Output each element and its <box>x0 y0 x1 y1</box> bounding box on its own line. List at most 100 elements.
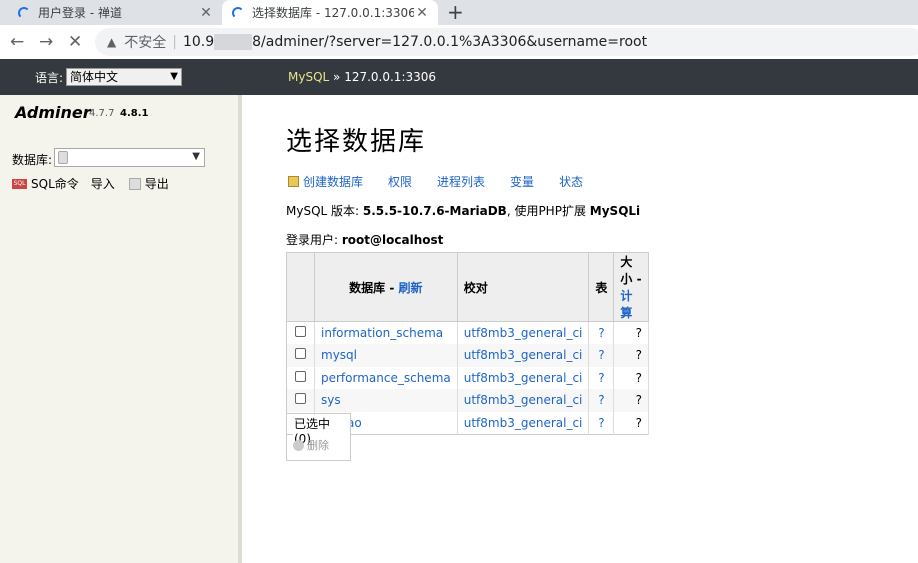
browser-tab-bar: 用户登录 - 禅道 ✕ 选择数据库 - 127.0.0.1:3306 - A ✕… <box>0 0 918 25</box>
tables-link[interactable]: ? <box>598 348 604 362</box>
language-select[interactable]: 简体中文 ▼ <box>66 68 182 86</box>
size-cell: ? <box>613 344 649 367</box>
new-tab-icon[interactable]: + <box>447 0 464 25</box>
breadcrumb: MySQL » 127.0.0.1:3306 <box>288 70 436 84</box>
collation-link[interactable]: utf8mb3_general_ci <box>464 416 583 430</box>
tables-link[interactable]: ? <box>598 326 604 340</box>
loading-icon <box>232 6 244 19</box>
sql-command-link[interactable]: SQL命令 <box>31 175 79 192</box>
size-cell: ? <box>613 366 649 389</box>
select-all-header <box>286 252 315 322</box>
page-title: 选择数据库 <box>286 127 427 157</box>
app-logo[interactable]: Adminer <box>15 103 91 122</box>
stop-loading-icon[interactable]: ✕ <box>68 32 82 52</box>
collation-cell: utf8mb3_general_ci <box>457 389 590 412</box>
process-list-link[interactable]: 进程列表 <box>437 173 485 190</box>
version: 4.7.7 <box>89 108 115 119</box>
php-extension: MySQLi <box>589 204 641 218</box>
tables-cell: ? <box>588 344 615 367</box>
collation-link[interactable]: utf8mb3_general_ci <box>464 393 583 407</box>
browser-toolbar: ← → ✕ ▲ 不安全 | 10.9 8/adminer/?server=127… <box>0 25 918 59</box>
collation-cell: utf8mb3_general_ci <box>457 321 590 344</box>
tables-cell: ? <box>588 366 615 389</box>
login-user: root@localhost <box>341 233 444 247</box>
collation-cell: utf8mb3_general_ci <box>457 366 590 389</box>
variables-link[interactable]: 变量 <box>510 173 534 190</box>
collation-link[interactable]: utf8mb3_general_ci <box>464 326 583 340</box>
action-links: 创建数据库 权限 进程列表 变量 状态 <box>288 173 608 190</box>
collation-link[interactable]: utf8mb3_general_ci <box>464 348 583 362</box>
database-link[interactable]: sys <box>321 393 341 407</box>
row-checkbox[interactable] <box>295 326 306 337</box>
column-header-size: 大小 - 计算 <box>613 252 649 322</box>
database-name-cell: sys <box>314 389 458 412</box>
close-icon[interactable]: ✕ <box>198 5 214 21</box>
table-row: sys utf8mb3_general_ci?? <box>286 389 649 412</box>
row-checkbox-cell <box>286 389 315 412</box>
import-link[interactable]: 导入 <box>91 175 115 192</box>
browser-tab-login[interactable]: 用户登录 - 禅道 ✕ <box>0 0 222 25</box>
mysql-version: 5.5.5-10.7.6-MariaDB <box>362 204 507 218</box>
database-name-cell: performance_schema <box>314 366 458 389</box>
column-header-tables: 表 <box>588 252 615 322</box>
main-content: 选择数据库 创建数据库 权限 进程列表 变量 状态 MySQL 版本: 5.5.… <box>246 95 918 563</box>
delete-icon <box>293 439 304 451</box>
tables-link[interactable]: ? <box>598 371 604 385</box>
delete-button[interactable]: 删除 <box>293 437 329 453</box>
breadcrumb-mysql-link[interactable]: MySQL <box>288 70 329 84</box>
collation-cell: utf8mb3_general_ci <box>457 344 590 367</box>
privileges-link[interactable]: 权限 <box>388 173 412 190</box>
security-label[interactable]: 不安全 <box>124 32 166 52</box>
url-prefix: 10.9 <box>182 34 215 50</box>
table-row: performance_schema utf8mb3_general_ci?? <box>286 366 649 389</box>
compute-link[interactable]: 计算 <box>620 289 632 320</box>
size-cell: ? <box>613 321 649 344</box>
status-link[interactable]: 状态 <box>559 173 583 190</box>
size-cell: ? <box>613 411 649 434</box>
export-link[interactable]: 导出 <box>145 175 169 192</box>
new-version-link[interactable]: 4.8.1 <box>120 108 148 119</box>
refresh-link[interactable]: 刷新 <box>399 281 423 295</box>
row-checkbox-cell <box>286 344 315 367</box>
database-icon <box>58 151 68 164</box>
sidebar: Adminer 4.7.7 4.8.1 数据库: ▼ SQL SQL命令 导入 … <box>0 95 242 563</box>
login-user-line: 登录用户: root@localhost <box>286 233 444 247</box>
database-select[interactable]: ▼ <box>54 148 205 167</box>
create-database-link[interactable]: 创建数据库 <box>288 173 363 190</box>
redacted-url-part <box>214 34 253 50</box>
database-link[interactable]: information_schema <box>321 326 443 340</box>
database-name-cell: information_schema <box>314 321 458 344</box>
database-link[interactable]: mysql <box>321 348 357 362</box>
tables-cell: ? <box>588 321 615 344</box>
table-row: information_schema utf8mb3_general_ci?? <box>286 321 649 344</box>
language-label: 语言: <box>35 71 64 85</box>
column-header-collation: 校对 <box>456 252 590 322</box>
tab-title: 选择数据库 - 127.0.0.1:3306 - A <box>252 6 414 20</box>
close-icon[interactable]: ✕ <box>414 5 430 21</box>
row-checkbox[interactable] <box>295 370 306 382</box>
back-arrow-icon[interactable]: ← <box>10 32 24 52</box>
chevron-down-icon: ▼ <box>170 71 178 82</box>
tables-link[interactable]: ? <box>598 393 604 407</box>
breadcrumb-server: » 127.0.0.1:3306 <box>333 70 437 84</box>
loading-icon <box>18 6 30 19</box>
database-name-cell: mysql <box>314 344 458 367</box>
adminer-header: 语言: 简体中文 ▼ MySQL » 127.0.0.1:3306 <box>0 59 918 95</box>
row-checkbox-cell <box>286 366 315 389</box>
address-bar[interactable]: ▲ 不安全 | 10.9 8/adminer/?server=127.0.0.1… <box>95 28 918 56</box>
language-value: 简体中文 <box>70 70 119 84</box>
tables-link[interactable]: ? <box>598 416 604 430</box>
column-header-database: 数据库 - 刷新 <box>314 252 458 322</box>
row-checkbox[interactable] <box>295 393 306 405</box>
sql-icon: SQL <box>12 178 27 189</box>
collation-link[interactable]: utf8mb3_general_ci <box>464 371 583 385</box>
sidebar-links: SQL SQL命令 导入 导出 <box>12 175 169 192</box>
table-row: mysql utf8mb3_general_ci?? <box>286 344 649 367</box>
forward-arrow-icon[interactable]: → <box>39 32 53 52</box>
database-link[interactable]: performance_schema <box>321 371 451 385</box>
row-checkbox[interactable] <box>295 348 306 360</box>
warning-icon[interactable]: ▲ <box>107 35 116 49</box>
tables-cell: ? <box>588 389 615 412</box>
browser-tab-adminer[interactable]: 选择数据库 - 127.0.0.1:3306 - A ✕ <box>222 0 438 25</box>
separator: | <box>172 34 177 50</box>
